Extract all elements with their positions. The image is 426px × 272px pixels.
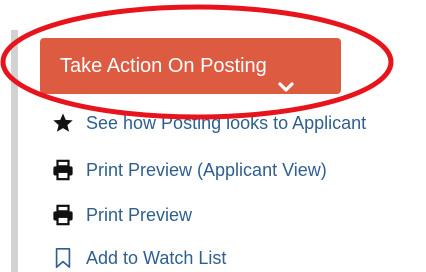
menu-item-print-preview[interactable]: Print Preview bbox=[52, 200, 192, 230]
printer-icon bbox=[52, 159, 74, 181]
star-icon bbox=[52, 112, 74, 134]
take-action-label: Take Action On Posting bbox=[60, 55, 267, 77]
menu-item-label: See how Posting looks to Applicant bbox=[86, 112, 367, 133]
menu-item-add-to-watch-list[interactable]: Add to Watch List bbox=[52, 243, 226, 272]
bookmark-icon bbox=[52, 247, 74, 269]
menu-item-label: Print Preview bbox=[86, 204, 193, 225]
printer-icon bbox=[52, 204, 74, 226]
menu-item-print-preview-applicant[interactable]: Print Preview (Applicant View) bbox=[52, 155, 327, 185]
menu-item-see-applicant-view[interactable]: See how Posting looks to Applicant bbox=[52, 108, 366, 138]
chevron-down-icon bbox=[278, 59, 294, 92]
menu-item-label: Add to Watch List bbox=[86, 247, 227, 268]
take-action-button[interactable]: Take Action On Posting bbox=[40, 38, 341, 94]
page: Take Action On Posting See how Posting l… bbox=[0, 0, 426, 272]
left-border bbox=[11, 30, 18, 272]
menu-item-label: Print Preview (Applicant View) bbox=[86, 159, 327, 180]
